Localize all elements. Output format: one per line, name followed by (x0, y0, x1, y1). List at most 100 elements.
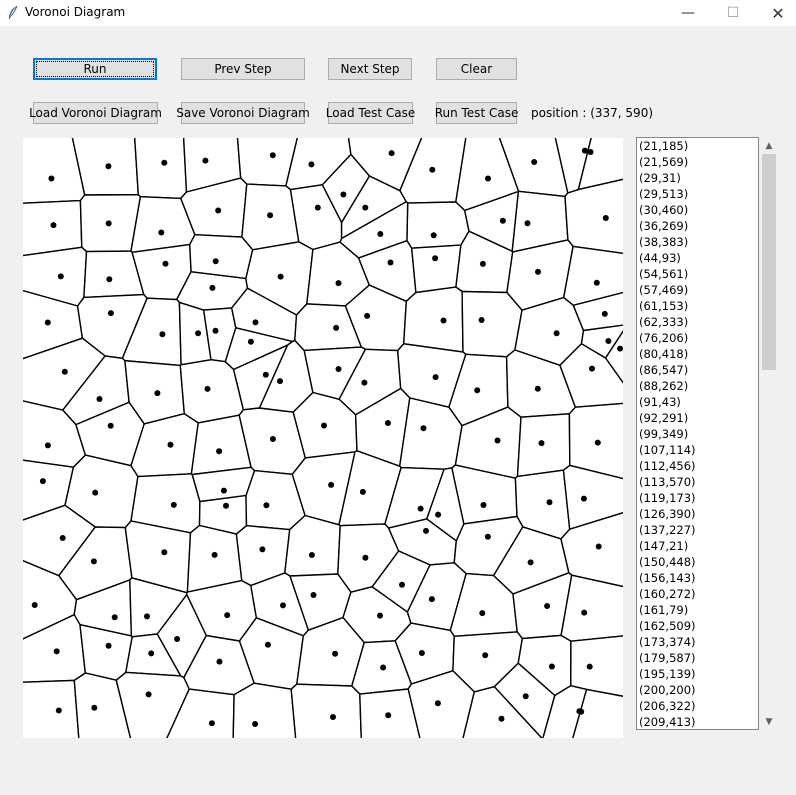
point-list-item[interactable]: (54,561) (637, 266, 758, 282)
point-list-item[interactable]: (147,21) (637, 538, 758, 554)
site-point (480, 502, 487, 508)
site-point (91, 704, 98, 711)
minimize-button[interactable]: — (665, 0, 711, 26)
point-list-item[interactable]: (112,456) (637, 458, 758, 474)
site-point (388, 150, 395, 157)
site-point (267, 212, 274, 219)
run-button[interactable]: Run (33, 58, 157, 80)
voronoi-diagram (23, 138, 623, 738)
point-list-item[interactable]: (113,570) (637, 474, 758, 490)
point-list-item[interactable]: (44,93) (637, 250, 758, 266)
site-point (399, 581, 405, 588)
site-point (362, 554, 369, 561)
point-list-item[interactable]: (179,587) (637, 650, 758, 666)
voronoi-cell (406, 201, 470, 249)
site-point (335, 280, 342, 287)
window-title: Voronoi Diagram (25, 5, 126, 19)
site-point (161, 549, 168, 556)
point-list-item[interactable]: (206,322) (637, 698, 758, 714)
point-list-item[interactable]: (21,185) (637, 138, 758, 154)
scroll-thumb[interactable] (762, 154, 776, 370)
scroll-down-icon[interactable]: ▼ (761, 713, 777, 730)
clear-button[interactable]: Clear (436, 58, 517, 80)
point-list-item[interactable]: (80,418) (637, 346, 758, 362)
point-list-item[interactable]: (119,173) (637, 490, 758, 506)
site-point (364, 312, 371, 319)
site-point (96, 396, 103, 402)
next-step-button[interactable]: Next Step (328, 58, 412, 80)
site-point (161, 159, 168, 166)
site-point (617, 345, 623, 352)
site-point (387, 259, 394, 266)
point-list-item[interactable]: (99,349) (637, 426, 758, 442)
point-list-item[interactable]: (38,383) (637, 234, 758, 250)
site-point (538, 440, 545, 447)
listbox-scrollbar[interactable]: ▲ ▼ (761, 137, 777, 730)
site-point (50, 222, 57, 229)
point-list-item[interactable]: (126,390) (637, 506, 758, 522)
point-list-item[interactable]: (88,262) (637, 378, 758, 394)
point-list-item[interactable]: (21,569) (637, 154, 758, 170)
load-test-case-button[interactable]: Load Test Case (326, 102, 415, 124)
point-list-item[interactable]: (161,79) (637, 602, 758, 618)
site-point (148, 650, 155, 657)
point-list-item[interactable]: (76,206) (637, 330, 758, 346)
voronoi-canvas[interactable] (23, 138, 623, 738)
point-list-item[interactable]: (57,469) (637, 282, 758, 298)
point-list-item[interactable]: (137,227) (637, 522, 758, 538)
site-point (546, 499, 553, 506)
point-list-item[interactable]: (200,200) (637, 682, 758, 698)
point-list-item[interactable]: (92,291) (637, 410, 758, 426)
site-point (264, 641, 271, 648)
point-list-item[interactable]: (29,31) (637, 170, 758, 186)
point-list-item[interactable]: (61,153) (637, 298, 758, 314)
feather-icon (9, 5, 18, 19)
point-list-item[interactable]: (29,513) (637, 186, 758, 202)
point-list-item[interactable]: (162,509) (637, 618, 758, 634)
site-point (527, 559, 534, 566)
point-list-item[interactable]: (209,413) (637, 714, 758, 729)
site-point (202, 157, 209, 164)
site-point (359, 488, 366, 495)
site-point (576, 708, 583, 715)
point-list-item[interactable]: (107,114) (637, 442, 758, 458)
site-point (59, 535, 66, 541)
point-list-item[interactable]: (62,333) (637, 314, 758, 330)
site-point (170, 501, 177, 508)
site-point (494, 437, 501, 444)
site-point (252, 319, 259, 326)
point-list-item[interactable]: (160,272) (637, 586, 758, 602)
point-list-item[interactable]: (195,139) (637, 666, 758, 682)
close-button[interactable]: ✕ (755, 0, 796, 26)
site-point (39, 478, 46, 485)
point-list-item[interactable]: (173,374) (637, 634, 758, 650)
site-point (107, 310, 114, 317)
site-point (531, 159, 538, 165)
scroll-up-icon[interactable]: ▲ (761, 137, 777, 154)
site-point (330, 714, 336, 720)
site-point (594, 439, 601, 446)
site-point (90, 558, 97, 565)
site-point (430, 232, 437, 239)
point-list-item[interactable]: (150,448) (637, 554, 758, 570)
point-list-item[interactable]: (36,269) (637, 218, 758, 234)
site-point (105, 163, 112, 170)
site-point (581, 147, 588, 154)
site-point (498, 715, 505, 722)
point-list-item[interactable]: (30,460) (637, 202, 758, 218)
voronoi-cell (290, 683, 362, 738)
point-list-item[interactable]: (86,547) (637, 362, 758, 378)
site-point (432, 374, 439, 381)
site-point (269, 436, 276, 442)
run-test-case-button[interactable]: Run Test Case (435, 102, 518, 124)
prev-step-button[interactable]: Prev Step (181, 58, 305, 80)
save-voronoi-button[interactable]: Save Voronoi Diagram (176, 102, 310, 124)
point-list-item[interactable]: (91,43) (637, 394, 758, 410)
maximize-button[interactable]: ☐ (710, 0, 756, 26)
point-list-item[interactable]: (156,143) (637, 570, 758, 586)
site-point (586, 663, 593, 670)
site-point (44, 442, 51, 449)
site-point (340, 191, 347, 198)
load-voronoi-button[interactable]: Load Voronoi Diagram (29, 102, 162, 124)
points-listbox[interactable]: (21,185) (21,569) (29,31) (29,513) (30,460)(… (636, 137, 759, 730)
